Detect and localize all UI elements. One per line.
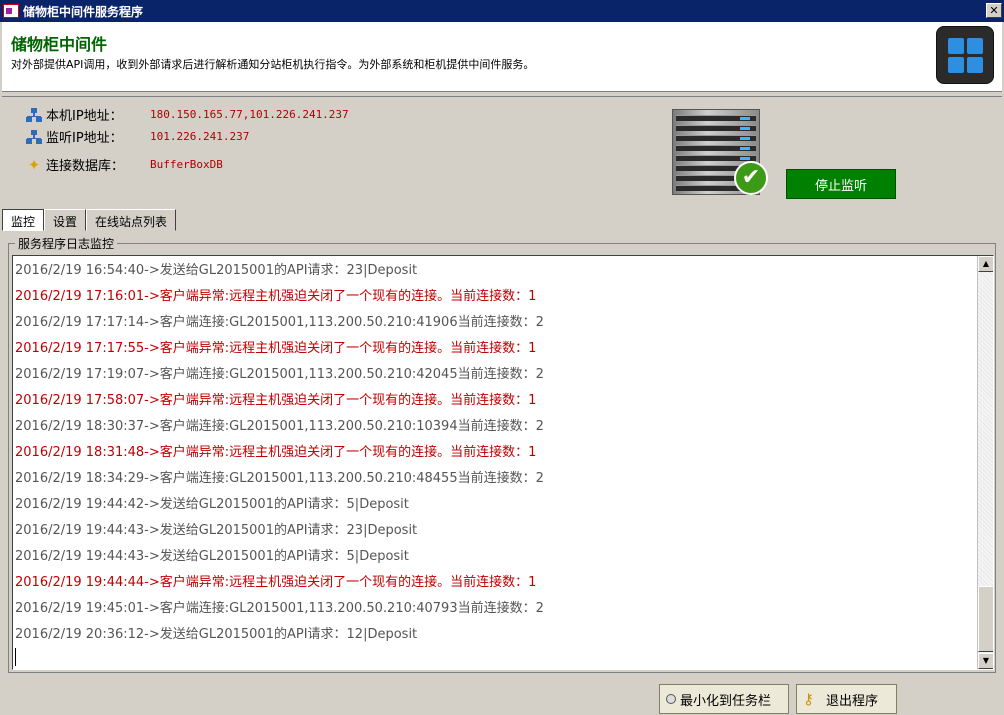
listen-ip-label: 监听IP地址： [46, 131, 123, 146]
database-row: ✦ 连接数据库： BufferBoxDB [26, 155, 223, 174]
scroll-down-icon[interactable]: ▼ [978, 653, 993, 669]
log-line: 2016/2/19 19:45:01->客户端连接:GL2015001,113.… [15, 601, 544, 616]
log-line: 2016/2/19 20:36:12->发送给GL2015001的API请求：1… [15, 627, 418, 642]
log-line: 2016/2/19 19:44:43->发送给GL2015001的API请求：2… [15, 523, 418, 538]
title-bar: 储物柜中间件服务程序 ✕ [0, 0, 1004, 22]
log-line: 2016/2/19 17:16:01->客户端异常:远程主机强迫关闭了一个现有的… [15, 289, 537, 304]
scroll-thumb[interactable] [978, 586, 993, 652]
minimize-label: 最小化到任务栏 [680, 693, 772, 709]
server-icon: ✔ [668, 105, 768, 203]
log-line: 2016/2/19 16:54:40->发送给GL2015001的API请求：2… [15, 263, 418, 278]
log-textbox[interactable]: 2016/2/19 16:54:40->发送给GL2015001的API请求：2… [12, 255, 994, 670]
log-line: 2016/2/19 18:30:37->客户端连接:GL2015001,113.… [15, 419, 544, 434]
log-line: 2016/2/19 19:44:44->客户端异常:远程主机强迫关闭了一个现有的… [15, 575, 537, 590]
text-cursor [15, 648, 16, 666]
network-icon [26, 107, 42, 122]
network-icon [26, 129, 42, 144]
app-icon [3, 4, 19, 18]
local-ip-label: 本机IP地址： [46, 109, 123, 124]
window-title: 储物柜中间件服务程序 [23, 4, 144, 19]
log-line: 2016/2/19 17:58:07->客户端异常:远程主机强迫关闭了一个现有的… [15, 393, 537, 408]
page-description: 对外部提供API调用，收到外部请求后进行解析通知分站柜机执行指令。为外部系统和柜… [11, 58, 535, 71]
exit-label: 退出程序 [826, 693, 879, 709]
log-line: 2016/2/19 19:44:42->发送给GL2015001的API请求：5… [15, 497, 409, 512]
close-button[interactable]: ✕ [986, 3, 1002, 18]
checkmark-icon: ✔ [734, 161, 768, 195]
log-line: 2016/2/19 18:34:29->客户端连接:GL2015001,113.… [15, 471, 544, 486]
tab-online-sites[interactable]: 在线站点列表 [86, 209, 177, 231]
tab-settings[interactable]: 设置 [44, 209, 87, 231]
scroll-up-icon[interactable]: ▲ [978, 256, 993, 272]
listen-ip-value: 101.226.241.237 [150, 130, 250, 143]
log-line: 2016/2/19 19:44:43->发送给GL2015001的API请求：5… [15, 549, 409, 564]
key-icon: ⚷ [803, 690, 814, 708]
database-label: 连接数据库： [46, 159, 125, 174]
log-group-title: 服务程序日志监控 [15, 235, 118, 252]
radio-icon [666, 694, 676, 704]
grid-logo-icon [936, 26, 994, 84]
database-value: BufferBoxDB [150, 158, 223, 171]
stop-listening-button[interactable]: 停止监听 [786, 169, 896, 199]
log-scrollbar[interactable]: ▲ ▼ [977, 256, 993, 669]
connection-info-panel: 本机IP地址： 180.150.165.77,101.226.241.237 监… [2, 96, 1002, 206]
listen-ip-row: 监听IP地址： 101.226.241.237 [26, 127, 249, 146]
star-icon: ✦ [27, 155, 41, 174]
tab-monitor[interactable]: 监控 [2, 209, 45, 231]
log-line: 2016/2/19 18:31:48->客户端异常:远程主机强迫关闭了一个现有的… [15, 445, 537, 460]
local-ip-value: 180.150.165.77,101.226.241.237 [150, 108, 349, 121]
log-line: 2016/2/19 17:19:07->客户端连接:GL2015001,113.… [15, 367, 544, 382]
exit-button[interactable]: ⚷ 退出程序 [796, 684, 897, 714]
page-title: 储物柜中间件 [11, 35, 108, 54]
log-line: 2016/2/19 17:17:55->客户端异常:远程主机强迫关闭了一个现有的… [15, 341, 537, 356]
header-banner: 储物柜中间件 对外部提供API调用，收到外部请求后进行解析通知分站柜机执行指令。… [2, 22, 1002, 92]
minimize-to-tray-button[interactable]: 最小化到任务栏 [659, 684, 789, 714]
tab-bar: 监控 设置 在线站点列表 [2, 209, 177, 231]
log-line: 2016/2/19 17:17:14->客户端连接:GL2015001,113.… [15, 315, 544, 330]
local-ip-row: 本机IP地址： 180.150.165.77,101.226.241.237 [26, 105, 349, 124]
